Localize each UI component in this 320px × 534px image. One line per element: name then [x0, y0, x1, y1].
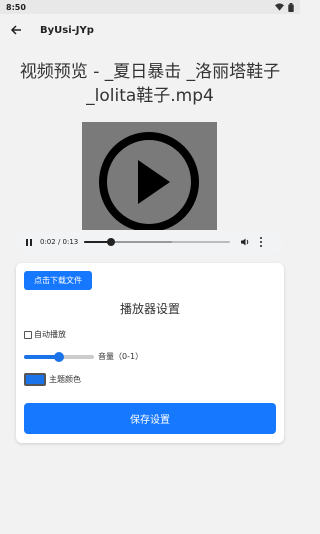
status-icons — [275, 2, 294, 12]
autoplay-row: 自动播放 — [24, 329, 66, 340]
theme-color-picker[interactable] — [24, 373, 46, 386]
playback-time: 0:02 / 0:13 — [40, 238, 79, 246]
app-title: ByUsi-JYp — [40, 24, 94, 36]
status-time: 8:50 — [6, 2, 26, 12]
wifi-icon — [275, 3, 284, 11]
volume-slider-thumb[interactable] — [54, 351, 64, 362]
playback-progress-bar[interactable] — [84, 238, 231, 246]
battery-icon — [288, 2, 294, 12]
volume-slider[interactable] — [24, 351, 94, 362]
page-title: 视频预览 - _夏日暴击 _洛丽塔鞋子 _lolita鞋子.mp4 — [19, 62, 281, 106]
more-options-icon[interactable] — [258, 237, 264, 247]
back-arrow-icon[interactable] — [8, 22, 24, 38]
status-bar: 8:50 — [0, 0, 300, 14]
save-settings-button[interactable]: 保存设置 — [24, 403, 276, 434]
video-thumbnail[interactable] — [82, 122, 217, 232]
app-bar: ByUsi-JYp — [0, 14, 300, 46]
settings-card: 点击下载文件 播放器设置 自动播放 音量（0-1） 主题颜色 保存设置 — [16, 263, 284, 443]
volume-row: 音量（0-1） — [24, 351, 143, 362]
progress-knob[interactable] — [106, 238, 115, 246]
play-circle-icon[interactable] — [82, 122, 217, 232]
autoplay-checkbox[interactable] — [24, 330, 32, 339]
player-settings-title: 播放器设置 — [119, 302, 180, 316]
download-file-button[interactable]: 点击下载文件 — [24, 271, 92, 290]
autoplay-label: 自动播放 — [34, 330, 66, 339]
theme-color-row: 主题颜色 — [24, 373, 81, 386]
pause-icon[interactable] — [24, 237, 34, 247]
volume-label: 音量（0-1） — [98, 352, 144, 361]
volume-icon[interactable] — [240, 237, 250, 247]
theme-color-label: 主题颜色 — [49, 375, 81, 384]
audio-player-controls: 0:02 / 0:13 — [16, 230, 284, 254]
